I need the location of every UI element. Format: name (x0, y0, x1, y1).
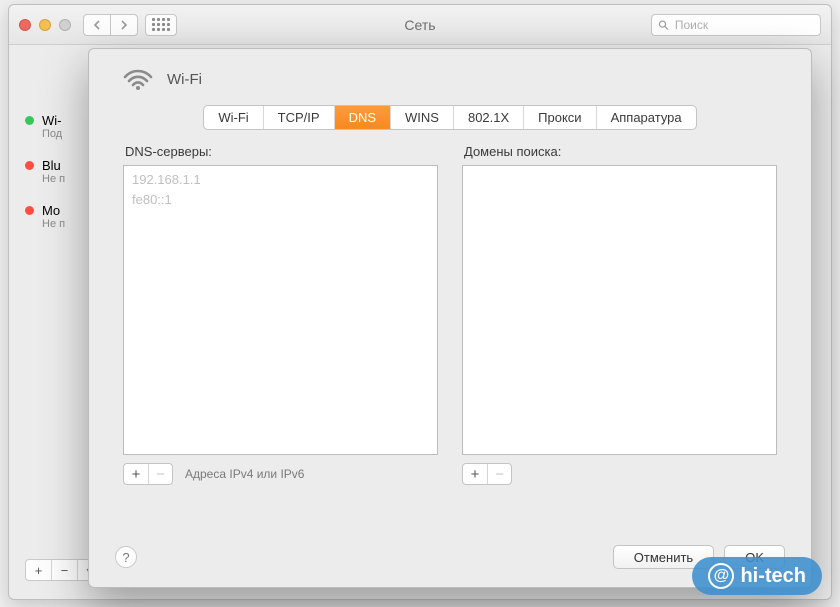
domains-plus-minus: + − (462, 463, 512, 485)
tab-wins[interactable]: WINS (391, 106, 454, 129)
titlebar: Сеть (9, 5, 831, 45)
minimize-window-button[interactable] (39, 19, 51, 31)
watermark: @ hi-tech (692, 557, 822, 595)
sidebar-item-bluetooth[interactable]: Blu Не п (25, 150, 85, 195)
dns-plus-minus: + − (123, 463, 173, 485)
remove-dns-button[interactable]: − (148, 464, 172, 484)
window-controls (19, 19, 71, 31)
at-icon: @ (708, 563, 734, 589)
search-domains-list[interactable] (462, 165, 777, 455)
advanced-settings-sheet: Wi-Fi Wi-Fi TCP/IP DNS WINS 802.1X Прокс… (88, 48, 812, 588)
sheet-header: Wi-Fi (115, 67, 785, 91)
sidebar-item-wifi[interactable]: Wi- Под (25, 105, 85, 150)
add-connection-button[interactable]: + (26, 560, 52, 580)
sidebar-item-status: Не п (42, 218, 65, 230)
dns-hint: Адреса IPv4 или IPv6 (185, 467, 304, 481)
chevron-right-icon (120, 20, 128, 30)
sidebar-item-label: Blu (42, 158, 65, 173)
dns-servers-column: DNS-серверы: 192.168.1.1 fe80::1 + − Адр… (123, 144, 438, 485)
tab-tcpip[interactable]: TCP/IP (264, 106, 335, 129)
remove-domain-button[interactable]: − (487, 464, 511, 484)
dns-servers-label: DNS-серверы: (123, 144, 438, 159)
tab-dns[interactable]: DNS (335, 106, 391, 129)
sidebar-item-label: Mo (42, 203, 65, 218)
add-dns-button[interactable]: + (124, 464, 148, 484)
sidebar-item-label: Wi- (42, 113, 62, 128)
dns-servers-list[interactable]: 192.168.1.1 fe80::1 (123, 165, 438, 455)
show-all-button[interactable] (145, 14, 177, 36)
wifi-icon (123, 67, 153, 91)
list-item[interactable]: 192.168.1.1 (132, 170, 429, 190)
search-field[interactable] (651, 14, 821, 36)
search-icon (658, 19, 669, 31)
nav-buttons (83, 14, 137, 36)
tab-proxies[interactable]: Прокси (524, 106, 596, 129)
watermark-text: hi-tech (740, 565, 806, 588)
search-input[interactable] (673, 17, 814, 33)
list-item[interactable]: fe80::1 (132, 190, 429, 210)
status-dot-icon (25, 206, 34, 215)
tab-8021x[interactable]: 802.1X (454, 106, 524, 129)
back-button[interactable] (83, 14, 111, 36)
sidebar-item-status: Не п (42, 173, 65, 185)
sidebar-item-status: Под (42, 128, 62, 140)
zoom-window-button[interactable] (59, 19, 71, 31)
tab-wifi[interactable]: Wi-Fi (204, 106, 263, 129)
tab-hardware[interactable]: Аппаратура (597, 106, 696, 129)
remove-connection-button[interactable]: − (52, 560, 78, 580)
sidebar-item-modem[interactable]: Mo Не п (25, 195, 85, 240)
search-domains-label: Домены поиска: (462, 144, 777, 159)
search-domains-column: Домены поиска: + − (462, 144, 777, 485)
status-dot-icon (25, 116, 34, 125)
help-button[interactable]: ? (115, 546, 137, 568)
grid-icon (152, 18, 170, 31)
chevron-left-icon (93, 20, 101, 30)
tab-bar: Wi-Fi TCP/IP DNS WINS 802.1X Прокси Аппа… (203, 105, 696, 130)
forward-button[interactable] (110, 14, 138, 36)
sheet-title: Wi-Fi (167, 71, 202, 88)
add-domain-button[interactable]: + (463, 464, 487, 484)
connections-sidebar: Wi- Под Blu Не п Mo Не п (25, 105, 85, 240)
dns-panel: DNS-серверы: 192.168.1.1 fe80::1 + − Адр… (115, 144, 785, 485)
status-dot-icon (25, 161, 34, 170)
close-window-button[interactable] (19, 19, 31, 31)
sheet-footer: ? Отменить OK (115, 545, 785, 569)
